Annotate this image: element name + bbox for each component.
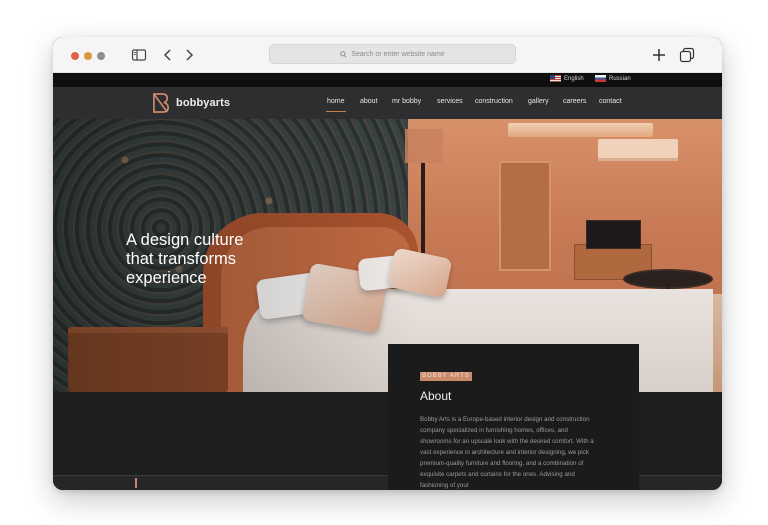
sidebar-toggle-icon[interactable] — [131, 47, 147, 63]
hero-headline: A design culture that transforms experie… — [126, 231, 326, 288]
back-icon[interactable] — [160, 47, 176, 63]
search-icon — [340, 50, 347, 58]
language-option-english[interactable]: English — [550, 75, 584, 82]
hero-headline-line: A design culture — [126, 231, 244, 249]
nav-gallery[interactable]: gallery — [528, 98, 549, 105]
us-flag-icon — [550, 75, 561, 82]
forward-icon[interactable] — [181, 47, 197, 63]
nav-construction[interactable]: construction — [475, 98, 513, 105]
site-logo[interactable]: bobbyarts — [152, 93, 230, 113]
about-description: Bobby Arts is a Europe-based interior de… — [420, 416, 594, 489]
close-window-button[interactable] — [71, 52, 79, 60]
nav-contact[interactable]: contact — [599, 98, 622, 105]
russia-flag-icon — [595, 75, 606, 82]
nav-mr-bobby[interactable]: mr bobby — [392, 98, 421, 105]
hero-headline-line: experience — [126, 269, 207, 287]
browser-window: Search or enter website name English Rus… — [53, 37, 722, 490]
nav-careers[interactable]: careers — [563, 98, 586, 105]
tab-overview-icon[interactable] — [679, 47, 695, 63]
new-tab-icon[interactable] — [651, 47, 667, 63]
nav-services[interactable]: services — [437, 98, 463, 105]
minimize-window-button[interactable] — [84, 52, 92, 60]
browser-toolbar: Search or enter website name — [53, 37, 722, 73]
section-marker — [135, 478, 137, 488]
nav-home[interactable]: home — [326, 98, 346, 112]
about-heading: About — [420, 389, 452, 403]
nav-about[interactable]: about — [360, 98, 378, 105]
address-placeholder: Search or enter website name — [351, 50, 445, 58]
hero-headline-line: that transforms — [126, 250, 237, 268]
about-tag-badge: BOBBY ARTS — [420, 372, 472, 381]
language-bar: English Russian — [53, 73, 722, 87]
language-option-russian[interactable]: Russian — [595, 75, 631, 82]
site-header: bobbyarts home about mr bobby services c… — [53, 87, 722, 119]
address-bar[interactable]: Search or enter website name — [269, 44, 516, 64]
zoom-window-button[interactable] — [97, 52, 105, 60]
language-label: Russian — [609, 75, 631, 82]
logo-text: bobbyarts — [176, 97, 231, 109]
logo-mark-icon — [153, 93, 170, 113]
language-label: English — [564, 75, 584, 82]
about-card: BOBBY ARTS About Bobby Arts is a Europe-… — [388, 344, 639, 490]
